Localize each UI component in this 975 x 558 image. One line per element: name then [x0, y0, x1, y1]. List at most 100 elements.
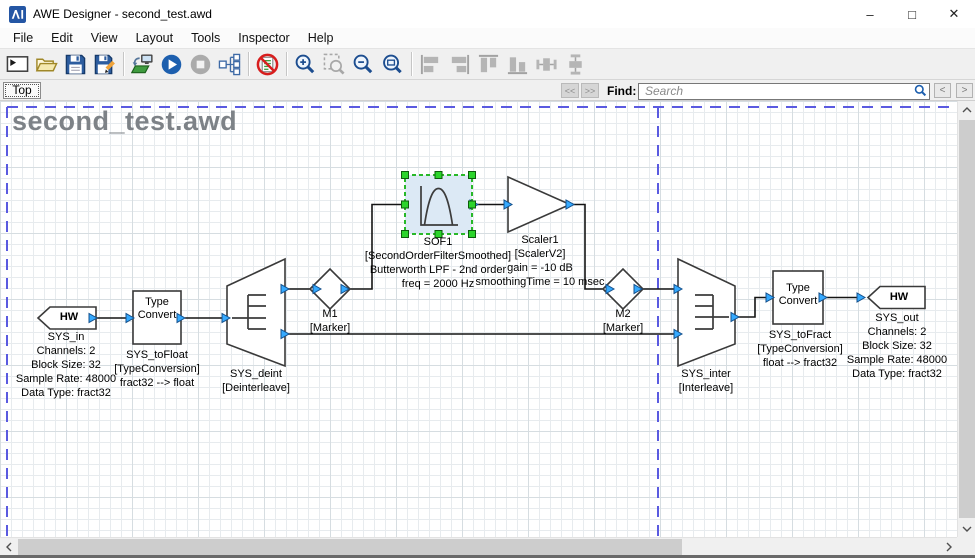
- build-and-run-button[interactable]: [157, 50, 186, 78]
- zoom-in-button[interactable]: [291, 50, 320, 78]
- minimize-button[interactable]: –: [849, 0, 891, 28]
- selection-handle[interactable]: [402, 201, 409, 208]
- selection-handle[interactable]: [435, 172, 442, 179]
- search-box: [638, 82, 930, 99]
- horizontal-scroll-thumb[interactable]: [18, 539, 682, 555]
- menu-view[interactable]: View: [82, 29, 127, 47]
- zoom-selection-icon: [323, 53, 346, 76]
- design-title: second_test.awd: [12, 106, 237, 137]
- m2-label: M2 [Marker]: [603, 307, 643, 335]
- zoom-out-button[interactable]: [349, 50, 378, 78]
- toolbar-separator: [286, 52, 287, 76]
- connect-to-target-icon: [131, 53, 154, 76]
- menu-tools[interactable]: Tools: [182, 29, 229, 47]
- toolbar-separator: [248, 52, 249, 76]
- zoom-to-fit-button[interactable]: [378, 50, 407, 78]
- design-canvas[interactable]: second_test.awd HW Type Convert Type Con…: [0, 101, 957, 537]
- vertical-scrollbar[interactable]: [957, 101, 975, 537]
- label-line: SYS_toFloat: [114, 348, 200, 362]
- chevron-left-icon: [6, 542, 12, 552]
- label-line: Sample Rate: 48000: [847, 353, 947, 367]
- distribute-horizontally-button[interactable]: [532, 50, 561, 78]
- sys-deint-block[interactable]: [227, 259, 285, 366]
- sys-out-label: SYS_out Channels: 2 Block Size: 32 Sampl…: [847, 311, 947, 381]
- history-back-button[interactable]: <<: [561, 83, 579, 98]
- sys-tofloat-label: SYS_toFloat [TypeConversion] fract32 -->…: [114, 348, 200, 390]
- label-line: Data Type: fract32: [847, 367, 947, 381]
- label-line: SYS_inter: [679, 367, 733, 381]
- distribute-horizontal-icon: [535, 53, 558, 76]
- menu-file[interactable]: File: [4, 29, 42, 47]
- sys-inter-block[interactable]: [678, 259, 735, 366]
- horizontal-scrollbar[interactable]: [0, 537, 957, 555]
- stop-icon: [189, 53, 212, 76]
- menu-inspector[interactable]: Inspector: [229, 29, 298, 47]
- save-icon: [64, 53, 87, 76]
- toolbar-separator: [123, 52, 124, 76]
- close-button[interactable]: ✕: [933, 0, 975, 28]
- label-line: SYS_deint: [222, 367, 290, 381]
- propagate-changes-button[interactable]: [215, 50, 244, 78]
- align-left-button[interactable]: [416, 50, 445, 78]
- selection-handle[interactable]: [402, 172, 409, 179]
- sys-inter-label: SYS_inter [Interleave]: [679, 367, 733, 395]
- tab-top[interactable]: Top: [3, 82, 41, 99]
- connect-to-target-button[interactable]: [128, 50, 157, 78]
- label-line: Data Type: fract32: [16, 386, 116, 400]
- m1-label: M1 [Marker]: [310, 307, 350, 335]
- search-input[interactable]: [638, 83, 930, 100]
- label-line: Scaler1: [476, 233, 605, 247]
- sys-in-label: SYS_in Channels: 2 Block Size: 32 Sample…: [16, 330, 116, 400]
- label-line: Channels: 2: [847, 325, 947, 339]
- scroll-down-button[interactable]: [958, 520, 975, 537]
- scroll-left-button[interactable]: [0, 538, 17, 556]
- align-right-button[interactable]: [445, 50, 474, 78]
- sys-out-input-port[interactable]: [857, 293, 865, 302]
- save-button[interactable]: [61, 50, 90, 78]
- chevron-up-icon: [962, 107, 972, 113]
- scaler1-block[interactable]: [508, 177, 570, 232]
- zoom-out-icon: [352, 53, 375, 76]
- history-forward-button[interactable]: >>: [581, 83, 599, 98]
- chevron-right-icon: [946, 542, 952, 552]
- sys-tofract-shape-text: Type Convert: [773, 282, 823, 308]
- toolbar: [0, 48, 975, 80]
- scaler1-output-port[interactable]: [566, 200, 574, 209]
- titlebar: AWE Designer - second_test.awd – □ ✕: [0, 0, 975, 28]
- search-icon[interactable]: [914, 84, 927, 97]
- scrollbar-corner: [957, 537, 975, 555]
- find-label: Find:: [607, 84, 636, 98]
- open-design-button[interactable]: [32, 50, 61, 78]
- selection-handle[interactable]: [469, 201, 476, 208]
- zoom-selection-button[interactable]: [320, 50, 349, 78]
- sys-deint-label: SYS_deint [Deinterleave]: [222, 367, 290, 395]
- distribute-vertically-button[interactable]: [561, 50, 590, 78]
- app-logo-icon: [9, 6, 26, 23]
- vertical-scroll-thumb[interactable]: [959, 120, 975, 518]
- menu-edit[interactable]: Edit: [42, 29, 82, 47]
- label-line: float --> fract32: [757, 356, 843, 370]
- align-top-button[interactable]: [474, 50, 503, 78]
- menu-layout[interactable]: Layout: [127, 29, 183, 47]
- label-line: Channels: 2: [16, 344, 116, 358]
- find-next-button[interactable]: >: [956, 83, 973, 98]
- save-as-button[interactable]: [90, 50, 119, 78]
- scroll-right-button[interactable]: [940, 538, 957, 556]
- label-line: Sample Rate: 48000: [16, 372, 116, 386]
- new-design-button[interactable]: [3, 50, 32, 78]
- align-top-icon: [477, 53, 500, 76]
- label-line: [TypeConversion]: [114, 362, 200, 376]
- label-line: [Marker]: [603, 321, 643, 335]
- align-right-icon: [448, 53, 471, 76]
- sys-tofract-label: SYS_toFract [TypeConversion] float --> f…: [757, 328, 843, 370]
- align-bottom-button[interactable]: [503, 50, 532, 78]
- find-prev-button[interactable]: <: [934, 83, 951, 98]
- scroll-up-button[interactable]: [958, 101, 975, 118]
- sys-out-shape-text: HW: [876, 291, 922, 304]
- profiling-disabled-button[interactable]: [253, 50, 282, 78]
- selection-handle[interactable]: [469, 172, 476, 179]
- menu-help[interactable]: Help: [299, 29, 343, 47]
- maximize-button[interactable]: □: [891, 0, 933, 28]
- propagate-changes-icon: [218, 53, 241, 76]
- stop-audio-button[interactable]: [186, 50, 215, 78]
